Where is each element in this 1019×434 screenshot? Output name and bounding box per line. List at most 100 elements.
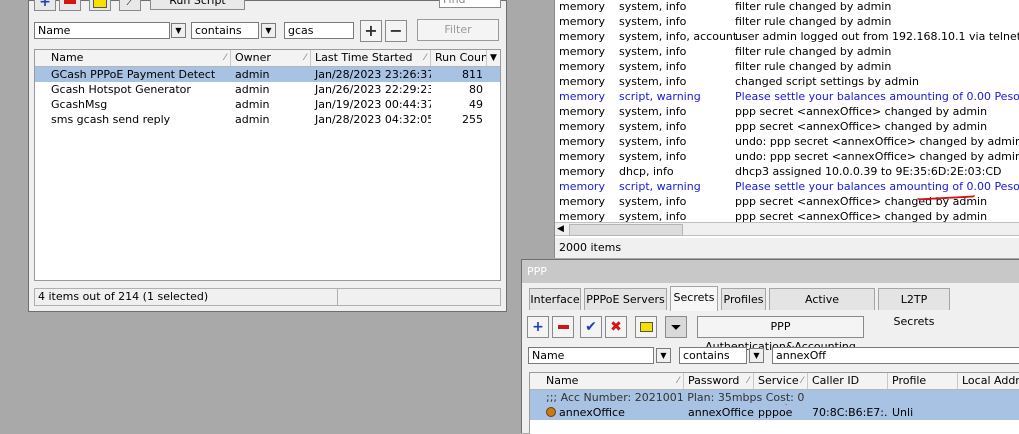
filter-field-select[interactable]: Name (34, 22, 170, 39)
log-buffer: memory (559, 60, 605, 73)
tab-secrets[interactable]: Secrets (670, 286, 718, 311)
tab-active-connections[interactable]: Active Connections (769, 288, 875, 328)
comment-icon[interactable] (89, 0, 111, 11)
log-topics: system, info (619, 120, 687, 133)
column-header-local-address[interactable]: Local Address (958, 373, 1019, 389)
chevron-down-icon[interactable]: ▼ (749, 348, 764, 363)
script-owner: admin (235, 68, 270, 81)
chevron-down-icon[interactable]: ▼ (261, 23, 276, 38)
ppp-auth-accounting-button[interactable]: PPP Authentication&Accounting (697, 316, 864, 353)
filter-field-select[interactable]: Name (528, 347, 654, 364)
log-topics: system, info, account (619, 30, 738, 43)
script-run-count: 811 (462, 68, 483, 81)
find-input[interactable]: Find (439, 0, 501, 8)
tab-profiles[interactable]: Profiles (721, 288, 766, 310)
column-header-password[interactable]: Password ⁄ (684, 373, 754, 389)
log-buffer: memory (559, 135, 605, 148)
status-bar: 4 items out of 214 (1 selected) (34, 288, 501, 306)
log-message: undo: ppp secret <annexOffice> changed b… (735, 135, 1019, 148)
column-header-name[interactable]: Name ⁄ (542, 373, 684, 389)
log-message: filter rule changed by admin (735, 60, 892, 73)
log-message: Please settle your balances amounting of… (735, 90, 1019, 103)
secret-caller-id: 70:8C:B6:E7:... (812, 406, 888, 419)
log-buffer: memory (559, 30, 605, 43)
column-header-last-started[interactable]: Last Time Started ⁄ (311, 50, 431, 66)
filter-button[interactable]: Filter (417, 19, 499, 41)
log-entry[interactable]: memory system, info undo: ppp secret <anne… (555, 149, 1019, 164)
secret-icon (546, 407, 556, 417)
log-entry[interactable]: memory dhcp, info dhcp3 assigned 10.0.0.39… (555, 164, 1019, 179)
remove-icon[interactable] (59, 0, 81, 11)
column-header-caller-id[interactable]: Caller ID (808, 373, 888, 389)
horizontal-scrollbar[interactable]: ◀ (555, 222, 1019, 236)
ppp-window: PPP Interface PPPoE Servers Secrets Prof… (521, 259, 1019, 434)
table-row[interactable]: sms gcash send reply admin Jan/28/2023 0… (35, 112, 500, 127)
column-header-owner[interactable]: Owner ⁄ (231, 50, 311, 66)
column-header-profile[interactable]: Profile (888, 373, 958, 389)
filter-operator-select[interactable]: contains (679, 347, 747, 364)
script-last-started: Jan/28/2023 23:26:37 (315, 68, 431, 81)
log-topics: system, info (619, 135, 687, 148)
remove-icon[interactable] (552, 316, 574, 338)
log-buffer: memory (559, 195, 605, 208)
table-row[interactable]: GcashMsg admin Jan/19/2023 00:44:37 49 (35, 97, 500, 112)
log-buffer: memory (559, 90, 605, 103)
log-entry[interactable]: memory system, info, account user admin lo… (555, 29, 1019, 44)
add-icon[interactable]: + (34, 0, 56, 11)
script-name: GcashMsg (51, 98, 108, 111)
remove-filter-button[interactable]: − (385, 20, 407, 42)
add-icon[interactable]: + (527, 316, 549, 338)
chevron-down-icon[interactable]: ▼ (171, 23, 186, 38)
column-header-name[interactable]: Name ⁄ (47, 50, 231, 66)
script-run-count: 255 (462, 113, 483, 126)
log-topics: script, warning (619, 180, 701, 193)
log-buffer: memory (559, 0, 605, 13)
log-message: ppp secret <annexOffice> changed by admi… (735, 120, 988, 133)
comment-icon[interactable] (635, 316, 657, 338)
script-name: Gcash Hotspot Generator (51, 83, 191, 96)
add-filter-button[interactable]: + (360, 20, 382, 42)
chevron-down-icon[interactable]: ▼ (656, 348, 671, 363)
sort-icon[interactable]: ⟋ (119, 0, 141, 11)
tab-l2tp-secrets[interactable]: L2TP Secrets (878, 288, 950, 328)
log-entry[interactable]: memory system, info ppp secret <annexOffic… (555, 104, 1019, 119)
log-topics: system, info (619, 0, 687, 13)
secrets-table: Name ⁄ Password ⁄ Service ⁄ Caller ID Profi… (529, 372, 1019, 434)
log-topics: system, info (619, 15, 687, 28)
log-entry[interactable]: memory system, info undo: ppp secret <anne… (555, 134, 1019, 149)
column-menu-icon[interactable]: ▼ (487, 50, 502, 66)
log-entry[interactable]: memory script, warning Please settle your … (555, 89, 1019, 104)
enable-icon[interactable]: ✔ (580, 316, 602, 338)
tab-interface[interactable]: Interface (529, 288, 581, 310)
column-header-run-count[interactable]: Run Count (431, 50, 487, 66)
window-title[interactable]: PPP (522, 260, 1019, 283)
script-last-started: Jan/26/2023 22:29:23 (315, 83, 431, 96)
disable-icon[interactable]: ✖ (605, 316, 627, 338)
run-script-button[interactable]: Run Script (150, 0, 245, 10)
filter-value-input[interactable]: gcas (284, 22, 354, 39)
log-topics: system, info (619, 75, 687, 88)
log-topics: system, info (619, 60, 687, 73)
table-row[interactable]: GCash PPPoE Payment Detect admin Jan/28/… (35, 67, 500, 82)
log-entry[interactable]: memory system, info changed script setting… (555, 74, 1019, 89)
column-header-service[interactable]: Service ⁄ (754, 373, 808, 389)
table-row[interactable]: Gcash Hotspot Generator admin Jan/26/202… (35, 82, 500, 97)
scrollbar-thumb[interactable] (569, 224, 683, 236)
log-entry[interactable]: memory system, info filter rule changed by… (555, 44, 1019, 59)
table-row[interactable]: annexOffice annexOffice pppoe 70:8C:B6:E… (530, 405, 1019, 420)
secret-service: pppoe (758, 406, 793, 419)
log-entry[interactable]: memory system, info filter rule changed by… (555, 14, 1019, 29)
filter-icon[interactable]: ⏷ (665, 316, 687, 338)
filter-operator-select[interactable]: contains (191, 22, 259, 39)
filter-value-input[interactable]: annexOff (772, 347, 1019, 364)
log-entry[interactable]: memory system, info filter rule changed by… (555, 59, 1019, 74)
log-topics: dhcp, info (619, 165, 674, 178)
scroll-left-icon[interactable]: ◀ (557, 223, 564, 235)
tab-pppoe-servers[interactable]: PPPoE Servers (584, 288, 667, 310)
log-buffer: memory (559, 105, 605, 118)
table-header: Name ⁄ Password ⁄ Service ⁄ Caller ID Profi… (530, 373, 1019, 390)
script-name: GCash PPPoE Payment Detect (51, 68, 216, 81)
log-entry[interactable]: memory system, info filter rule changed by… (555, 0, 1019, 14)
log-entry[interactable]: memory system, info ppp secret <annexOffic… (555, 119, 1019, 134)
log-topics: system, info (619, 105, 687, 118)
